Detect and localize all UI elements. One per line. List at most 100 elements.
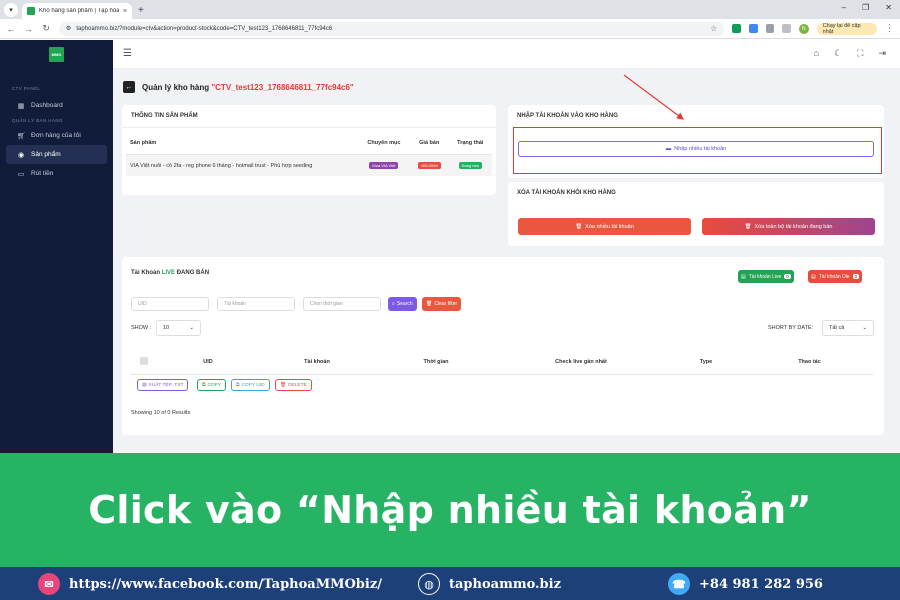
phone-contact[interactable]: ☎ +84 981 282 956 xyxy=(668,573,823,595)
sidebar-item-withdraw[interactable]: ▭ Rút tiền xyxy=(6,164,107,183)
menu-toggle-icon[interactable]: ☰ xyxy=(123,48,132,59)
delete-all-label: Xóa toàn bộ tài khoản đang bán xyxy=(754,223,833,230)
messenger-icon: ✉ xyxy=(38,573,60,595)
globe-icon: ◍ xyxy=(418,573,440,595)
file-icon: ▤ xyxy=(142,382,147,388)
sidebar-item-orders[interactable]: 🛒︎ Đơn hàng của tôi xyxy=(6,126,107,145)
delete-all-button[interactable]: 🗑︎ Xóa toàn bộ tài khoản đang bán xyxy=(702,218,875,235)
sidebar-item-label: Rút tiền xyxy=(31,170,54,177)
account-filter-input[interactable]: Tài khoản xyxy=(217,297,295,311)
delete-many-button[interactable]: 🗑︎ Xóa nhiều tài khoản xyxy=(518,218,691,235)
highlight-box xyxy=(513,127,882,174)
column-header: Tài khoản xyxy=(258,350,376,375)
sort-select[interactable]: Tất cả ⌄ xyxy=(822,320,874,336)
home-icon[interactable]: ⌂ xyxy=(814,48,819,59)
facebook-link: https://www.facebook.com/TaphoaMMObiz/ xyxy=(69,576,382,592)
address-bar[interactable]: ⚙ taphoammo.biz/?module=ctv&action=produ… xyxy=(58,21,725,36)
copy-button[interactable]: ⧉ COPY xyxy=(197,379,227,391)
delete-many-label: Xóa nhiều tài khoản xyxy=(585,223,634,230)
logout-icon[interactable]: ⇥ xyxy=(878,48,886,59)
category-badge: Mua VIA Việt xyxy=(369,162,399,169)
live-accounts-button[interactable]: ▤ Tài khoản Live 0 xyxy=(738,270,794,283)
die-accounts-button[interactable]: ▤ Tài khoản Die 0 xyxy=(808,270,863,283)
forward-icon[interactable]: → xyxy=(24,24,34,34)
bookmark-star-icon[interactable]: ☆ xyxy=(710,24,717,33)
card-title: NHẬP TÀI KHOẢN VÀO KHO HÀNG xyxy=(517,113,618,119)
file-icon: ▤ xyxy=(811,273,816,280)
app-topbar: ☰ ⌂ ☾ ⛶ ⇥ xyxy=(113,40,900,69)
show-select[interactable]: 10 ⌄ xyxy=(156,320,201,336)
extensions-puzzle-icon[interactable] xyxy=(765,24,775,33)
stock-code: "CTV_test123_1768646811_77fc94c6" xyxy=(211,82,354,92)
time-filter-input[interactable]: Chọn thời gian xyxy=(303,297,381,311)
split-view-icon[interactable] xyxy=(782,24,792,33)
minimize-icon[interactable]: – xyxy=(842,3,846,12)
browser-tabbar: ▾ Kho hàng sản phẩm | Tạp hóa × + – ❐ ✕ xyxy=(0,0,900,19)
live-count: 0 xyxy=(784,274,791,279)
results-count: Showing 10 of 0 Results xyxy=(131,410,191,416)
logo[interactable]: MMO xyxy=(49,47,64,62)
accounts-card: Tài Khoản LIVE ĐANG BÁN ▤ Tài khoản Live… xyxy=(122,257,884,435)
delete-selected-button[interactable]: 🗑︎ DELETE xyxy=(275,379,312,391)
back-button[interactable]: ← xyxy=(123,81,135,93)
reload-icon[interactable]: ↻ xyxy=(41,23,51,34)
browser-toolbar: ← → ↻ ⚙ taphoammo.biz/?module=ctv&action… xyxy=(0,19,900,39)
back-icon[interactable]: ← xyxy=(6,24,16,34)
sidebar-item-label: Dashboard xyxy=(31,102,63,109)
status-badge: Đang bán xyxy=(458,162,482,169)
product-table: Sản phẩm Chuyên mục Giá bán Trạng thái V… xyxy=(126,132,492,176)
window-controls: – ❐ ✕ xyxy=(842,3,892,12)
show-label: SHOW : xyxy=(131,325,152,331)
sidebar-section-panel: CTV PANEL xyxy=(12,86,41,91)
clear-filter-button[interactable]: 🗑︎ Clear filter xyxy=(422,297,462,311)
cart-icon: 🛒︎ xyxy=(17,132,26,140)
instruction-text: Click vào “Nhập nhiều tài khoản” xyxy=(88,488,812,532)
topbar-icons: ⌂ ☾ ⛶ ⇥ xyxy=(814,48,886,59)
sidebar: MMO CTV PANEL ▦ Dashboard QUẢN LÝ BÁN HÀ… xyxy=(0,40,113,453)
close-tab-icon[interactable]: × xyxy=(123,8,127,15)
delete-card: XÓA TÀI KHOẢN KHỎI KHO HÀNG 🗑︎ Xóa nhiều… xyxy=(508,182,884,246)
price-badge: 105.000đ xyxy=(417,162,441,169)
column-header: UID xyxy=(158,350,258,375)
chevron-down-icon: ⌄ xyxy=(189,325,194,331)
page-header: ← Quản lý kho hàng "CTV_test123_17686468… xyxy=(123,81,354,93)
browser-menu-icon[interactable]: ⋮ xyxy=(885,23,894,34)
file-icon: ▤ xyxy=(741,273,746,280)
extension-icon[interactable] xyxy=(749,24,758,33)
sidebar-item-dashboard[interactable]: ▦ Dashboard xyxy=(6,96,107,115)
maximize-icon[interactable]: ❐ xyxy=(862,3,869,12)
box-icon: ◉ xyxy=(17,151,25,159)
column-header: Type xyxy=(666,350,746,375)
dashboard-icon: ▦ xyxy=(17,102,25,110)
phone-icon: ☎ xyxy=(668,573,690,595)
uid-filter-input[interactable]: UID xyxy=(131,297,209,311)
search-button[interactable]: ⌕ Search xyxy=(388,297,417,311)
contact-footer: ✉ https://www.facebook.com/TaphoaMMObiz/… xyxy=(0,567,900,600)
website-contact[interactable]: ◍ taphoammo.biz xyxy=(418,573,561,595)
trash-icon: 🗑︎ xyxy=(575,223,583,230)
new-tab-icon[interactable]: + xyxy=(138,5,144,16)
export-txt-button[interactable]: ▤ XUẤT TỆP .TXT xyxy=(137,379,189,391)
close-window-icon[interactable]: ✕ xyxy=(885,3,892,12)
sidebar-item-label: Sản phẩm xyxy=(31,151,61,158)
page-title-text: Quản lý kho hàng xyxy=(142,82,210,92)
card-title: THÔNG TIN SẢN PHẨM xyxy=(122,105,496,128)
update-button[interactable]: Chạy lại để cập nhật xyxy=(816,22,877,35)
extension-icon[interactable] xyxy=(732,24,742,33)
facebook-contact[interactable]: ✉ https://www.facebook.com/TaphoaMMObiz/ xyxy=(38,573,382,595)
browser-tab[interactable]: Kho hàng sản phẩm | Tạp hóa × xyxy=(22,3,132,19)
dark-mode-icon[interactable]: ☾ xyxy=(834,48,842,59)
profile-avatar[interactable]: N xyxy=(799,23,809,34)
fullscreen-icon[interactable]: ⛶ xyxy=(857,48,863,59)
copy-icon: ⧉ xyxy=(236,383,240,388)
sidebar-item-products[interactable]: ◉ Sản phẩm xyxy=(6,145,107,164)
select-all-checkbox[interactable] xyxy=(140,357,148,365)
card-title: XÓA TÀI KHOẢN KHỎI KHO HÀNG xyxy=(517,190,616,196)
site-info-icon[interactable]: ⚙ xyxy=(66,25,71,32)
column-header: Sản phẩm xyxy=(126,132,358,155)
tab-search-icon[interactable]: ▾ xyxy=(4,3,18,17)
copy-uid-button[interactable]: ⧉ COPY UID xyxy=(231,379,270,391)
instruction-banner: Click vào “Nhập nhiều tài khoản” xyxy=(0,453,900,567)
page-title: Quản lý kho hàng "CTV_test123_1768646811… xyxy=(142,83,354,92)
table-header-row: Sản phẩm Chuyên mục Giá bán Trạng thái xyxy=(126,132,492,155)
